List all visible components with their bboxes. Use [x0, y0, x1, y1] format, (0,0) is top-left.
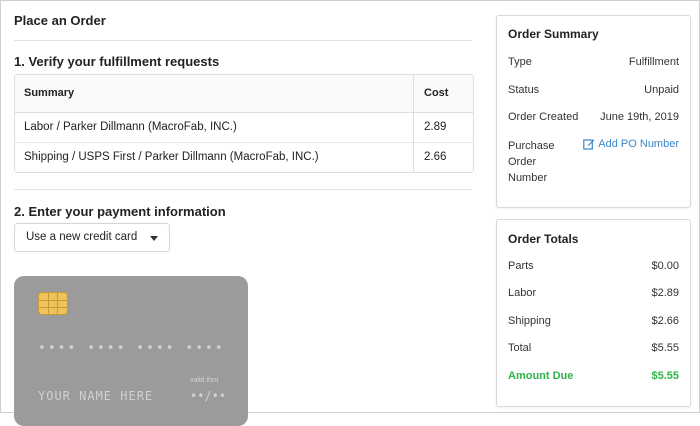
labor-label: Labor [508, 287, 537, 299]
fulfillment-table: Summary Cost Labor / Parker Dillmann (Ma… [14, 74, 474, 173]
order-summary-panel: Order Summary Type Fulfillment Status Un… [496, 15, 691, 208]
header-summary: Summary [24, 87, 75, 99]
labor-value: $2.89 [651, 287, 679, 299]
po-number-label: Purchase Order Number [508, 140, 555, 184]
order-created-value: June 19th, 2019 [600, 111, 679, 123]
row-cost: 2.89 [424, 121, 447, 133]
header-cost: Cost [424, 87, 449, 99]
table-row: Labor / Parker Dillmann (MacroFab, INC.)… [15, 113, 473, 143]
amount-due-value: $5.55 [651, 370, 679, 382]
edit-icon [583, 138, 595, 150]
type-label: Type [508, 56, 532, 68]
add-po-number-link[interactable]: Add PO Number [583, 138, 679, 150]
status-value: Unpaid [644, 84, 679, 96]
order-created-label: Order Created [508, 111, 579, 123]
section-verify-title: 1. Verify your fulfillment requests [14, 54, 220, 69]
card-name-placeholder: YOUR NAME HERE [38, 389, 154, 403]
table-header: Summary Cost [15, 75, 473, 113]
card-number-placeholder: •••• •••• •••• •••• [38, 341, 225, 356]
order-totals-panel: Order Totals Parts $0.00 Labor $2.89 Shi… [496, 219, 691, 407]
order-totals-title: Order Totals [508, 232, 579, 246]
page-title: Place an Order [14, 13, 106, 28]
type-value: Fulfillment [628, 56, 679, 68]
credit-card-preview: •••• •••• •••• •••• valid thru YOUR NAME… [14, 276, 248, 426]
chevron-down-icon [150, 236, 158, 241]
payment-method-select[interactable]: Use a new credit card [14, 223, 170, 252]
row-summary: Shipping / USPS First / Parker Dillmann … [24, 151, 319, 163]
order-summary-title: Order Summary [508, 27, 599, 41]
column-divider [413, 113, 414, 142]
table-row: Shipping / USPS First / Parker Dillmann … [15, 143, 473, 172]
card-chip-icon [38, 292, 68, 315]
divider [14, 40, 472, 41]
divider [14, 189, 472, 190]
shipping-label: Shipping [508, 315, 551, 327]
column-divider [413, 143, 414, 172]
parts-label: Parts [508, 260, 534, 272]
add-po-number-label: Add PO Number [598, 138, 679, 150]
row-cost: 2.66 [424, 151, 447, 163]
row-summary: Labor / Parker Dillmann (MacroFab, INC.) [24, 121, 237, 133]
status-label: Status [508, 84, 540, 96]
card-valid-label: valid thru [190, 377, 219, 384]
card-expiry-placeholder: ••/•• [190, 389, 227, 403]
amount-due-label: Amount Due [508, 370, 574, 382]
parts-value: $0.00 [651, 260, 679, 272]
section-payment-title: 2. Enter your payment information [14, 204, 226, 219]
total-value: $5.55 [651, 342, 679, 354]
payment-method-value: Use a new credit card [26, 231, 138, 243]
total-label: Total [508, 342, 532, 354]
shipping-value: $2.66 [651, 315, 679, 327]
column-divider [413, 75, 414, 112]
